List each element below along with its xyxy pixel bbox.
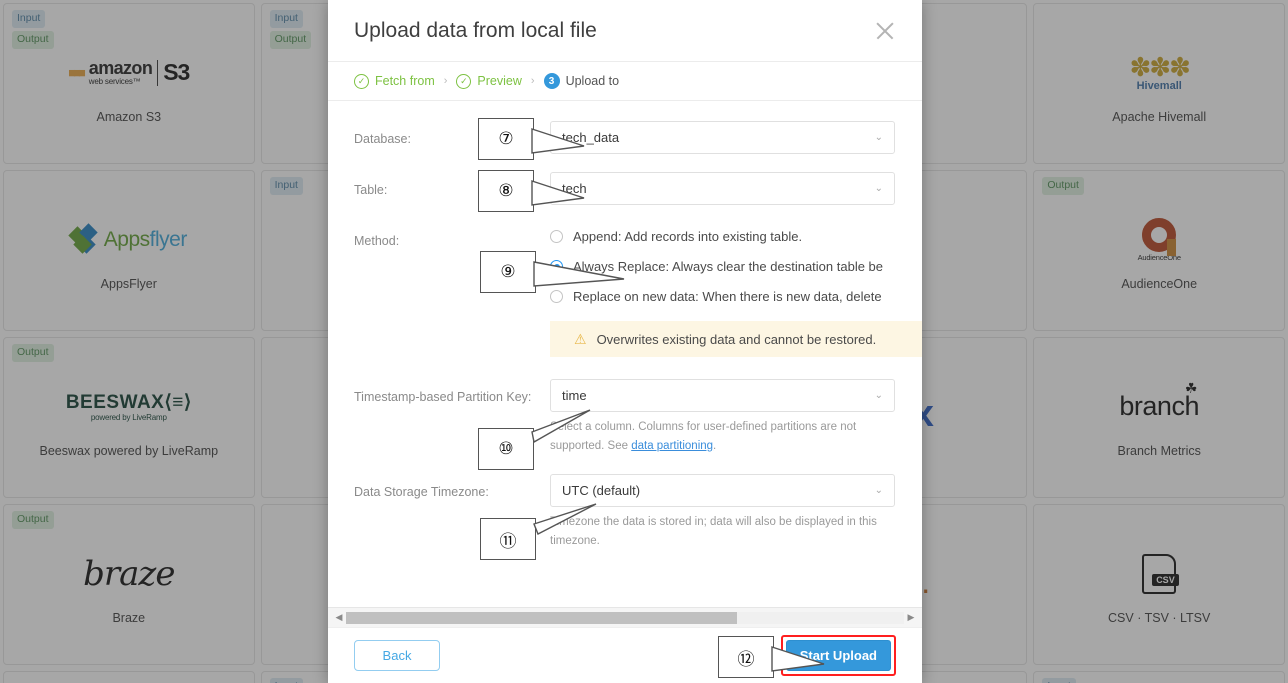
data-partitioning-link[interactable]: data partitioning (631, 440, 713, 452)
chevron-down-icon: ⌄ (874, 183, 883, 194)
step-preview[interactable]: ✓ Preview (456, 73, 522, 89)
dialog-header: Upload data from local file (328, 0, 922, 62)
chevron-down-icon: ⌄ (874, 390, 883, 401)
radio-icon (550, 230, 563, 243)
callout-number: ⑩ (478, 428, 534, 470)
screen: Input Output ■■■ amazon web services™ S3 … (0, 0, 1288, 683)
callout-8: ⑧ (478, 170, 585, 212)
horizontal-scrollbar[interactable]: ◀ ▶ (328, 607, 922, 627)
warning-text: Overwrites existing data and cannot be r… (596, 331, 877, 347)
check-icon: ✓ (456, 73, 472, 89)
callout-number: ⑪ (480, 518, 536, 560)
callout-9: ⑨ (480, 251, 625, 293)
step-upload-to[interactable]: 3 Upload to (543, 73, 620, 89)
field-label: Timestamp-based Partition Key: (354, 390, 532, 404)
partition-key-select[interactable]: time ⌄ (550, 379, 895, 412)
callout-number: ⑨ (480, 251, 536, 293)
check-icon: ✓ (354, 73, 369, 89)
chevron-right-icon: › (530, 75, 535, 87)
warning-triangle-icon: ⚠ (574, 330, 587, 347)
field-label: Method: (354, 234, 400, 248)
back-button[interactable]: Back (354, 640, 440, 671)
close-icon[interactable] (872, 18, 898, 44)
callout-number: ⑦ (478, 118, 534, 160)
callout-7: ⑦ (478, 118, 585, 160)
chevron-down-icon: ⌄ (874, 484, 883, 496)
step-fetch-from[interactable]: ✓ Fetch from (354, 73, 435, 89)
chevron-right-icon: › (443, 75, 448, 87)
overwrite-warning-banner: ⚠ Overwrites existing data and cannot be… (550, 321, 922, 357)
step-label: Preview (477, 74, 522, 88)
method-option-append[interactable]: Append: Add records into existing table. (550, 229, 896, 244)
callout-10: ⑩ (478, 409, 591, 470)
step-number-badge: 3 (543, 73, 560, 89)
scroll-left-icon[interactable]: ◀ (332, 612, 346, 623)
chevron-down-icon: ⌄ (874, 132, 883, 143)
callout-12: ⑫ (718, 636, 825, 678)
step-label: Fetch from (375, 74, 435, 88)
scroll-right-icon[interactable]: ▶ (904, 612, 918, 623)
timezone-select[interactable]: UTC (default) ⌄ (550, 473, 895, 507)
step-label: Upload to (565, 74, 620, 88)
field-label: Data Storage Timezone: (354, 484, 489, 499)
callout-number: ⑧ (478, 170, 534, 212)
callout-number: ⑫ (718, 636, 774, 678)
hint-text-end: . (713, 439, 717, 452)
callout-11: ⑪ (480, 503, 597, 560)
dialog-title: Upload data from local file (354, 18, 597, 42)
option-label: Append: Add records into existing table. (573, 229, 803, 244)
timezone-value: UTC (default) (562, 482, 641, 498)
scroll-track[interactable] (346, 611, 904, 624)
partition-key-value: time (562, 388, 587, 403)
wizard-stepper: ✓ Fetch from › ✓ Preview › 3 Upload to (328, 62, 922, 101)
scroll-thumb[interactable] (346, 611, 737, 624)
upload-data-dialog: Upload data from local file ✓ Fetch from… (328, 0, 922, 683)
